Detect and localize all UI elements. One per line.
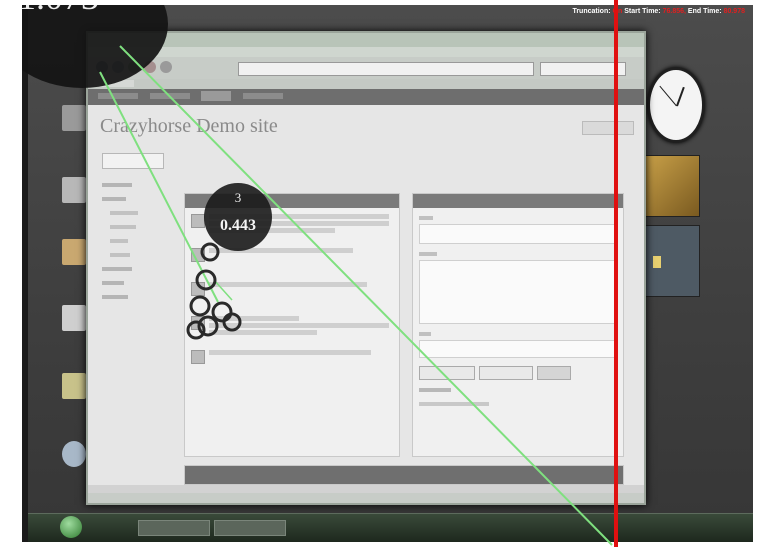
fixation-circle	[222, 312, 242, 332]
gaze-path-segment	[213, 279, 233, 301]
gaze-path-segment	[99, 71, 219, 303]
fixation-circle	[211, 301, 233, 323]
video-frame: Crazyhorse Demo site 3 0.443 Truncation:…	[0, 0, 765, 547]
fixation-circle	[189, 295, 211, 317]
gaze-overlay	[99, 0, 618, 547]
fixation-circle	[200, 242, 220, 262]
gaze-path-segment	[119, 45, 613, 546]
